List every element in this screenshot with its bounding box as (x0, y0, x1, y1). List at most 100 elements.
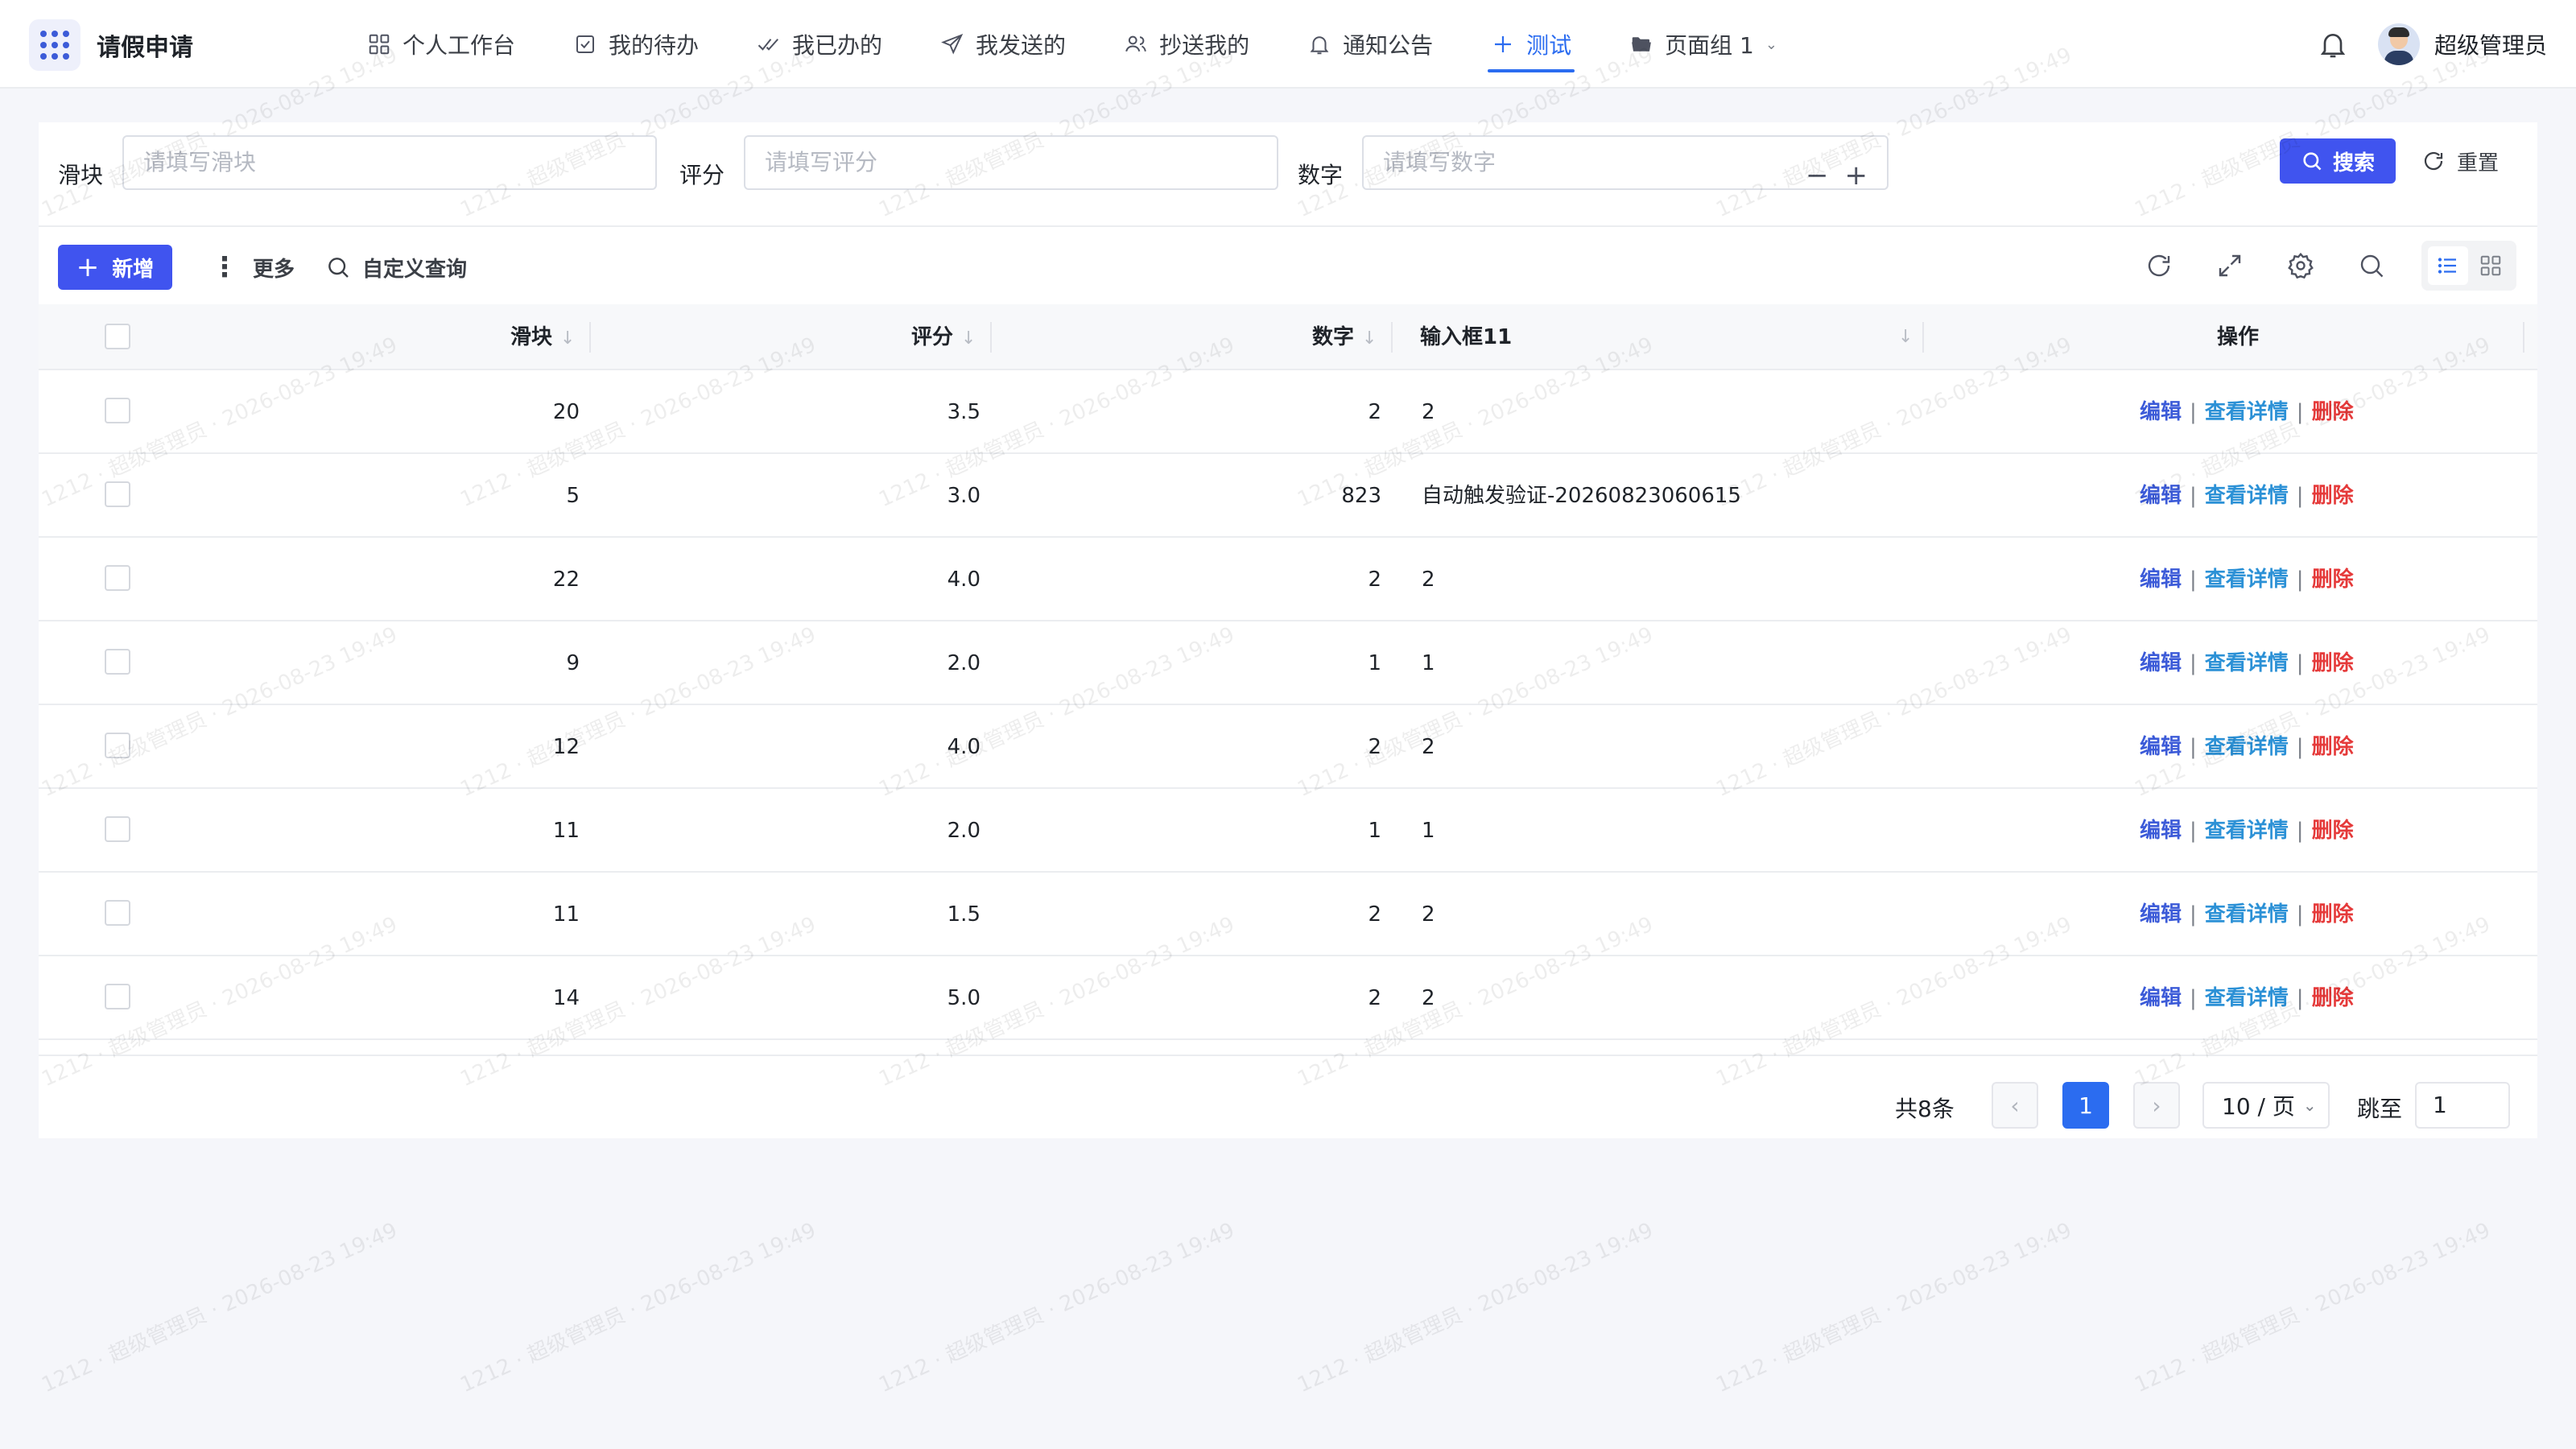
action-separator: | (2296, 484, 2304, 508)
view-details-link[interactable]: 查看详情 (2205, 568, 2289, 592)
rating-filter-input[interactable]: 请填写评分 (744, 135, 1278, 190)
edit-link[interactable]: 编辑 (2140, 902, 2182, 927)
app-grid-icon[interactable] (29, 19, 80, 71)
minus-icon[interactable]: − (1806, 162, 1829, 189)
row-actions: 编辑 | 查看详情 | 删除 (2140, 956, 2354, 1040)
nav-item-label: 我发送的 (976, 32, 1067, 59)
bell-icon (1307, 32, 1331, 56)
row-checkbox[interactable] (105, 984, 130, 1009)
view-details-link[interactable]: 查看详情 (2205, 651, 2289, 675)
reset-button[interactable]: 重置 (2421, 138, 2499, 184)
edit-link[interactable]: 编辑 (2140, 484, 2182, 508)
add-button[interactable]: + 新增 (58, 245, 172, 290)
row-checkbox[interactable] (105, 649, 130, 675)
nav-item-done[interactable]: 我已办的 (757, 0, 882, 89)
delete-link[interactable]: 删除 (2312, 651, 2354, 675)
column-header-rating[interactable]: 评分 ↓ (911, 304, 976, 370)
jump-page-input[interactable]: 1 (2415, 1082, 2510, 1129)
action-separator: | (2190, 819, 2197, 843)
refresh-icon[interactable] (2145, 251, 2174, 280)
row-checkbox[interactable] (105, 733, 130, 758)
delete-link[interactable]: 删除 (2312, 986, 2354, 1010)
settings-gear-icon[interactable] (2286, 251, 2315, 280)
row-actions: 编辑 | 查看详情 | 删除 (2140, 789, 2354, 873)
plus-icon[interactable]: + (1845, 162, 1868, 189)
more-button[interactable]: ⋮ 更多 (211, 245, 295, 290)
watermark-text: 1212 · 超级管理员 · 2026-08-23 19:49 (38, 1218, 402, 1398)
view-details-link[interactable]: 查看详情 (2205, 484, 2289, 508)
nav-item-page-group[interactable]: 页面组 1 ⌄ (1629, 0, 1777, 89)
nav-item-todo[interactable]: 我的待办 (573, 0, 699, 89)
number-filter-input[interactable]: 请填写数字 − + (1362, 135, 1889, 190)
chevron-left-icon: ‹ (2010, 1092, 2020, 1119)
checkbox-icon (573, 32, 597, 56)
row-actions: 编辑 | 查看详情 | 删除 (2140, 370, 2354, 454)
row-checkbox[interactable] (105, 481, 130, 507)
cell-slider: 11 (552, 902, 580, 927)
view-details-link[interactable]: 查看详情 (2205, 902, 2289, 927)
edit-link[interactable]: 编辑 (2140, 986, 2182, 1010)
delete-link[interactable]: 删除 (2312, 568, 2354, 592)
avatar[interactable] (2377, 23, 2420, 65)
nav-item-sent[interactable]: 我发送的 (940, 0, 1066, 89)
column-header-input11[interactable]: 输入框11 (1420, 304, 1512, 370)
watermark-text: 1212 · 超级管理员 · 2026-08-23 19:49 (2131, 1218, 2495, 1398)
sort-icon[interactable]: ↓ (1898, 304, 1913, 370)
cell-number: 1 (1368, 819, 1381, 843)
edit-link[interactable]: 编辑 (2140, 735, 2182, 759)
column-header-slider[interactable]: 滑块 ↓ (510, 304, 575, 370)
prev-page-button[interactable]: ‹ (1992, 1082, 2038, 1129)
delete-link[interactable]: 删除 (2312, 902, 2354, 927)
page-number-current[interactable]: 1 (2062, 1082, 2109, 1129)
app-title: 请假申请 (97, 34, 193, 62)
action-separator: | (2296, 902, 2304, 927)
search-button[interactable]: 搜索 (2280, 138, 2396, 184)
search-icon[interactable] (2357, 251, 2386, 280)
slider-filter-input[interactable]: 请填写滑块 (122, 135, 657, 190)
edit-link[interactable]: 编辑 (2140, 568, 2182, 592)
next-page-button[interactable]: › (2133, 1082, 2180, 1129)
user-name[interactable]: 超级管理员 (2434, 28, 2547, 60)
view-details-link[interactable]: 查看详情 (2205, 986, 2289, 1010)
cell-input11: 2 (1422, 902, 1435, 927)
cell-slider: 20 (552, 400, 580, 424)
column-header-number[interactable]: 数字 ↓ (1312, 304, 1377, 370)
watermark-text: 1212 · 超级管理员 · 2026-08-23 19:49 (1294, 1218, 1657, 1398)
fullscreen-icon[interactable] (2215, 251, 2244, 280)
row-checkbox[interactable] (105, 900, 130, 926)
nav-item-workbench[interactable]: 个人工作台 (367, 0, 515, 89)
nav-item-notice[interactable]: 通知公告 (1307, 0, 1433, 89)
send-icon (940, 32, 964, 56)
row-checkbox[interactable] (105, 565, 130, 591)
sort-icon[interactable]: ↓ (1362, 328, 1377, 349)
grid-view-icon[interactable] (2471, 246, 2511, 285)
delete-link[interactable]: 删除 (2312, 819, 2354, 843)
filter-bar: 滑块 请填写滑块 评分 请填写评分 数字 请填写数字 − + 搜索 重置 (39, 122, 2537, 227)
number-filter-placeholder: 请填写数字 (1383, 149, 1496, 175)
edit-link[interactable]: 编辑 (2140, 651, 2182, 675)
delete-link[interactable]: 删除 (2312, 400, 2354, 424)
page-size-select[interactable]: 10 / 页 ⌄ (2202, 1082, 2330, 1129)
sort-icon[interactable]: ↓ (961, 328, 976, 349)
cell-slider: 5 (566, 484, 580, 508)
select-all-checkbox[interactable] (105, 324, 130, 349)
notification-bell-icon[interactable] (2317, 28, 2349, 60)
sort-icon[interactable]: ↓ (560, 328, 575, 349)
edit-link[interactable]: 编辑 (2140, 819, 2182, 843)
more-button-label: 更多 (253, 257, 295, 282)
list-view-icon[interactable] (2427, 246, 2468, 285)
nav-item-cc[interactable]: 抄送我的 (1124, 0, 1249, 89)
edit-link[interactable]: 编辑 (2140, 400, 2182, 424)
view-details-link[interactable]: 查看详情 (2205, 819, 2289, 843)
nav-item-test[interactable]: 测试 (1488, 0, 1575, 89)
row-checkbox[interactable] (105, 816, 130, 842)
delete-link[interactable]: 删除 (2312, 735, 2354, 759)
custom-query-button[interactable]: 自定义查询 (325, 245, 467, 290)
view-details-link[interactable]: 查看详情 (2205, 400, 2289, 424)
view-details-link[interactable]: 查看详情 (2205, 735, 2289, 759)
cell-input11: 2 (1422, 400, 1435, 424)
delete-link[interactable]: 删除 (2312, 484, 2354, 508)
row-checkbox[interactable] (105, 398, 130, 423)
view-toggle (2421, 241, 2516, 291)
add-button-label: 新增 (112, 257, 155, 282)
